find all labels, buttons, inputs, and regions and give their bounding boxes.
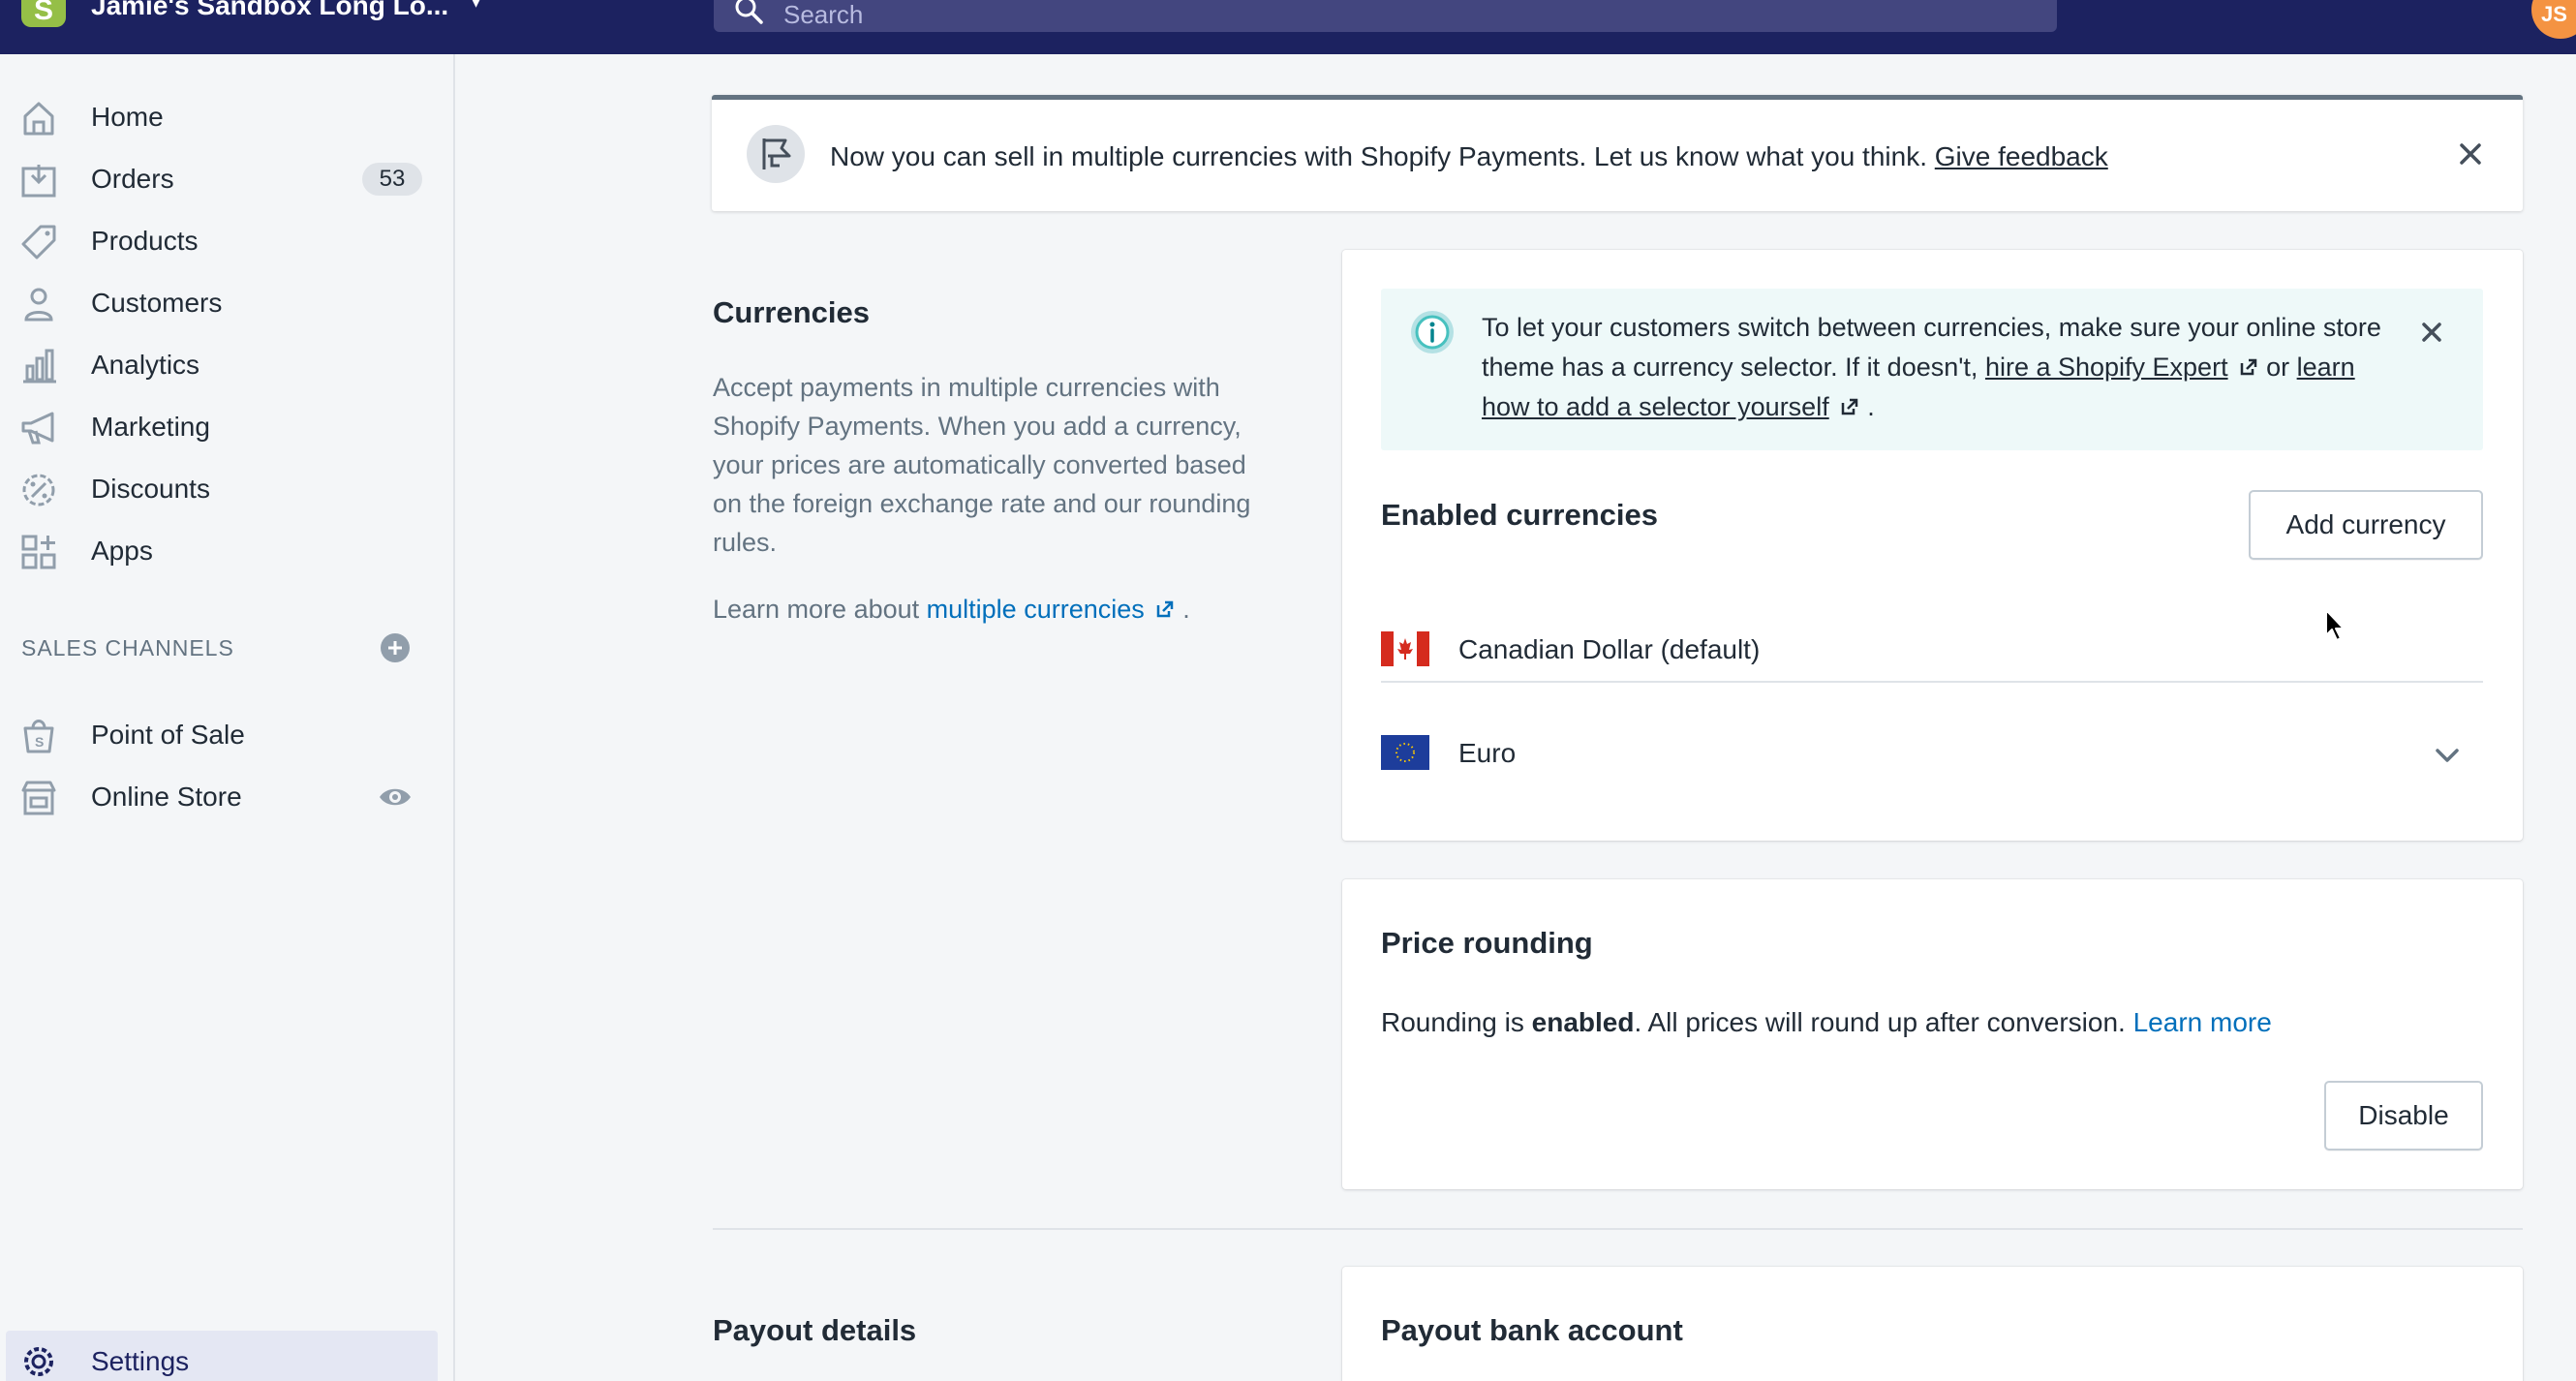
tag-icon [21, 225, 56, 260]
store-name[interactable]: Jamie's Sandbox Long Lo... [91, 0, 448, 21]
sidebar-item-label: Online Store [91, 782, 242, 812]
svg-text:S: S [35, 734, 44, 750]
sidebar-item-settings[interactable]: Settings [6, 1331, 438, 1381]
info-banner-text: To let your customers switch between cur… [1482, 308, 2392, 427]
sidebar-item-label: Marketing [91, 412, 210, 442]
currency-name: Euro [1458, 738, 1517, 768]
flag-icon [762, 138, 791, 169]
currency-divider [1381, 681, 2483, 683]
canada-flag-icon [1381, 631, 1429, 666]
sidebar-item-point-of-sale[interactable]: S Point of Sale [0, 707, 455, 761]
home-icon [23, 102, 54, 136]
rounding-status-value: enabled [1531, 1007, 1635, 1037]
shopping-bag-icon: S [23, 720, 54, 753]
rounding-learn-more-link[interactable]: Learn more [2133, 1007, 2272, 1037]
currencies-section-description: Accept payments in multiple currencies w… [713, 373, 1251, 557]
add-sales-channel-icon[interactable] [380, 632, 411, 663]
sidebar-item-products[interactable]: Products [0, 213, 455, 267]
rounding-text-suffix: . All prices will round up after convers… [1634, 1007, 2126, 1037]
sidebar-item-label: Settings [91, 1346, 190, 1376]
mouse-cursor-icon [2325, 609, 2345, 641]
multiple-currencies-link[interactable]: multiple currencies [927, 595, 1145, 624]
sidebar: Home Orders 53 Products Customers Analyt… [0, 54, 455, 1381]
learn-more-prefix: Learn more about [713, 595, 920, 624]
sidebar-item-label: Orders [91, 164, 174, 194]
eye-icon[interactable] [378, 780, 413, 814]
enabled-currencies-title: Enabled currencies [1381, 498, 1659, 532]
sidebar-item-apps[interactable]: Apps [0, 523, 455, 577]
sidebar-item-orders[interactable]: Orders 53 [0, 151, 455, 205]
discount-icon [22, 474, 55, 506]
close-icon[interactable] [2451, 135, 2490, 173]
chevron-down-icon[interactable] [2431, 739, 2464, 772]
currencies-section-title: Currencies [713, 295, 870, 329]
external-link-icon[interactable] [1154, 598, 1176, 620]
eu-flag-icon [1381, 735, 1429, 770]
sidebar-item-home[interactable]: Home [0, 89, 455, 143]
orders-count-badge: 53 [362, 163, 422, 196]
currencies-learn-more: Learn more about multiple currencies . [713, 595, 1190, 625]
section-divider [713, 1228, 2523, 1230]
payout-bank-account-title: Payout bank account [1381, 1313, 1683, 1347]
hire-shopify-expert-link[interactable]: hire a Shopify Expert [1985, 353, 2228, 382]
person-icon [24, 288, 53, 322]
price-rounding-card: Price rounding Rounding is enabled. All … [1342, 879, 2523, 1189]
sidebar-item-label: Analytics [91, 350, 200, 380]
payout-details-title: Payout details [713, 1313, 917, 1347]
avatar[interactable]: JS [2531, 0, 2576, 39]
sidebar-item-customers[interactable]: Customers [0, 275, 455, 329]
rounding-text-prefix: Rounding is [1381, 1007, 1524, 1037]
currencies-card: To let your customers switch between cur… [1342, 250, 2523, 841]
sidebar-item-analytics[interactable]: Analytics [0, 337, 455, 391]
search-input[interactable] [783, 0, 1655, 30]
disable-rounding-button[interactable]: Disable [2324, 1081, 2483, 1151]
sidebar-item-discounts[interactable]: Discounts [0, 461, 455, 515]
sidebar-item-label: Home [91, 102, 164, 132]
gear-icon [24, 1347, 53, 1376]
give-feedback-link[interactable]: Give feedback [1935, 141, 2108, 171]
price-rounding-title: Price rounding [1381, 926, 1593, 960]
currency-name: Canadian Dollar (default) [1458, 634, 1761, 664]
top-bar: S Jamie's Sandbox Long Lo... ▾ JS [0, 0, 2576, 54]
sales-channels-heading: SALES CHANNELS [21, 635, 234, 660]
sidebar-item-label: Products [91, 226, 199, 256]
bar-chart-icon [23, 349, 56, 384]
currency-selector-info-banner: To let your customers switch between cur… [1381, 289, 2483, 450]
learn-more-suffix: . [1182, 595, 1190, 624]
shopify-logo-icon[interactable]: S [21, 0, 66, 27]
price-rounding-status: Rounding is enabled. All prices will rou… [1381, 1007, 2272, 1038]
info-text-part: . [1867, 392, 1875, 421]
chevron-down-icon[interactable]: ▾ [471, 0, 481, 14]
sidebar-item-label: Discounts [91, 474, 210, 504]
orders-icon [21, 165, 56, 198]
info-text-part: or [2266, 353, 2290, 382]
sidebar-item-label: Customers [91, 288, 223, 318]
apps-icon [21, 535, 56, 569]
sidebar-item-marketing[interactable]: Marketing [0, 399, 455, 453]
banner-icon-wrapper [747, 125, 805, 183]
megaphone-icon [21, 412, 54, 445]
close-icon[interactable] [2413, 314, 2450, 351]
search-icon [735, 0, 763, 24]
add-currency-button[interactable]: Add currency [2249, 490, 2483, 560]
external-link-icon[interactable] [2238, 356, 2259, 378]
feedback-banner: Now you can sell in multiple currencies … [712, 95, 2523, 211]
search-bar[interactable] [714, 0, 2057, 32]
banner-text: Now you can sell in multiple currencies … [830, 141, 1927, 171]
store-icon [21, 781, 56, 815]
currency-row-eur[interactable]: Euro [1381, 702, 2483, 805]
sidebar-item-label: Point of Sale [91, 720, 245, 750]
currency-row-cad: Canadian Dollar (default) [1381, 598, 2483, 701]
external-link-icon[interactable] [1839, 396, 1860, 417]
sidebar-item-online-store[interactable]: Online Store [0, 769, 455, 823]
payout-bank-account-card: Payout bank account [1342, 1267, 2523, 1381]
banner-message: Now you can sell in multiple currencies … [830, 141, 2108, 172]
sidebar-item-label: Apps [91, 536, 153, 566]
info-icon [1411, 311, 1454, 353]
